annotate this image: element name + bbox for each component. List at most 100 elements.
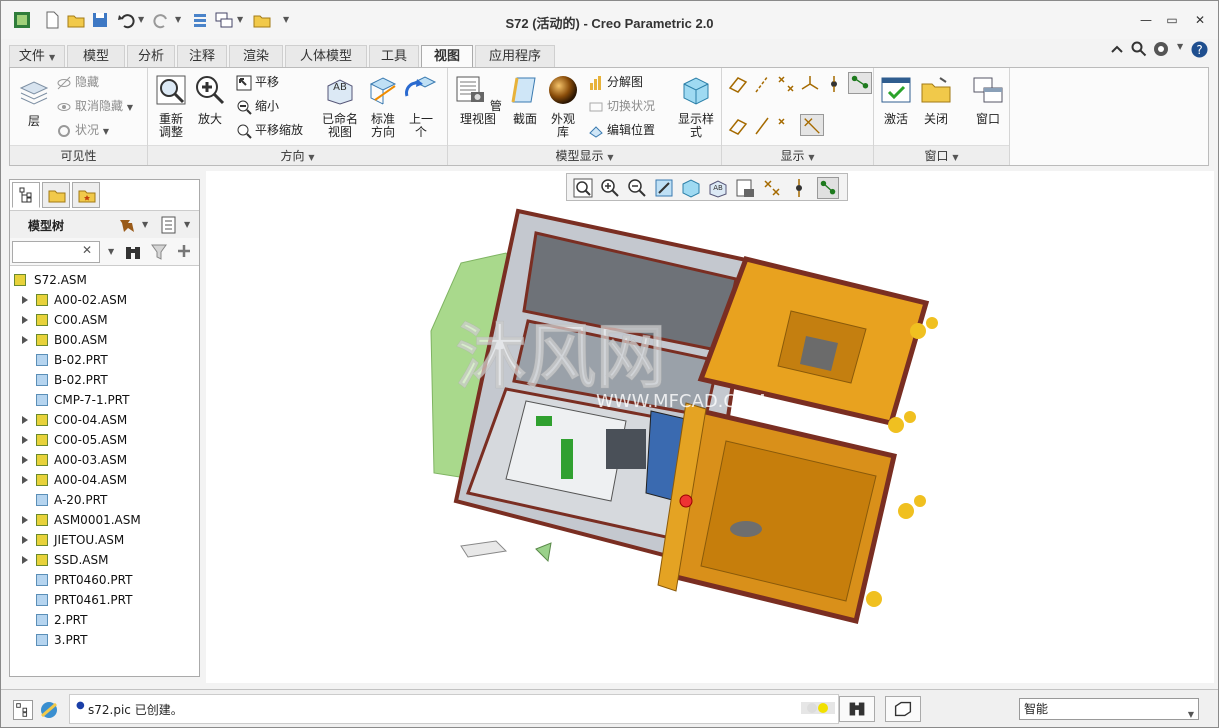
pan-button[interactable]: 平移: [236, 73, 279, 91]
tree-item[interactable]: CMP-7-1.PRT: [10, 390, 129, 410]
exploded-view-button[interactable]: 分解图: [588, 73, 643, 91]
tree-item[interactable]: 2.PRT: [10, 610, 87, 630]
tree-item[interactable]: A00-02.ASM: [10, 290, 127, 310]
tree-item[interactable]: B-02.PRT: [10, 370, 108, 390]
expand-arrow-icon[interactable]: [22, 316, 28, 324]
expand-arrow-icon[interactable]: [22, 436, 28, 444]
tab-file[interactable]: 文件 ▼: [9, 45, 65, 67]
search-dropdown-icon[interactable]: ▼: [108, 247, 114, 256]
repaint-icon[interactable]: [653, 177, 675, 199]
selection-box-icon[interactable]: [885, 696, 921, 722]
group-show-label[interactable]: 显示 ▼: [722, 145, 873, 165]
spin-center-icon[interactable]: [824, 74, 844, 94]
expand-arrow-icon[interactable]: [22, 456, 28, 464]
unhide-button[interactable]: 取消隐藏 ▼: [56, 97, 133, 115]
zoom-out-icon[interactable]: [626, 177, 648, 199]
activate-button[interactable]: 激活: [878, 74, 914, 126]
hide-button[interactable]: 隐藏: [56, 73, 99, 91]
tree-item[interactable]: SSD.ASM: [10, 550, 108, 570]
tab-annotate[interactable]: 注释: [177, 45, 227, 67]
datum-points-icon[interactable]: [776, 74, 796, 94]
tab-model-tree[interactable]: [12, 182, 40, 208]
datum-axes-icon[interactable]: [752, 74, 772, 94]
tab-render[interactable]: 渲染: [229, 45, 283, 67]
refit-icon[interactable]: [572, 177, 594, 199]
tree-item[interactable]: JIETOU.ASM: [10, 530, 124, 550]
tab-folder-browser[interactable]: [42, 182, 70, 208]
tab-applications[interactable]: 应用程序: [475, 45, 555, 67]
appearance-gallery-button[interactable]: 外观库: [546, 74, 580, 139]
named-views-button[interactable]: AB 已命名视图: [320, 74, 360, 139]
graphics-window[interactable]: 沐风网 WWW.MFCAD.COM: [206, 171, 1214, 683]
display-style-button[interactable]: 显示样式: [674, 74, 718, 139]
view-manager-icon[interactable]: [734, 177, 756, 199]
add-icon[interactable]: [176, 243, 192, 259]
find-binoculars-icon[interactable]: [124, 243, 142, 261]
tab-analysis[interactable]: 分析: [127, 45, 175, 67]
tab-manikin[interactable]: 人体模型: [285, 45, 367, 67]
minimize-button[interactable]: —: [1135, 11, 1157, 29]
navigator-toggle-icon[interactable]: [13, 700, 33, 720]
layer-button[interactable]: 层: [14, 76, 54, 128]
tree-item[interactable]: PRT0460.PRT: [10, 570, 132, 590]
edit-position-button[interactable]: 编辑位置: [588, 121, 655, 139]
filter-icon[interactable]: [150, 243, 168, 261]
zoom-out-button[interactable]: 缩小: [236, 97, 279, 115]
tree-item[interactable]: C00.ASM: [10, 310, 108, 330]
csys-tag-icon[interactable]: [800, 114, 824, 136]
expand-arrow-icon[interactable]: [22, 416, 28, 424]
expand-arrow-icon[interactable]: [22, 476, 28, 484]
tree-item[interactable]: C00-05.ASM: [10, 430, 127, 450]
status-button[interactable]: 状况 ▼: [56, 121, 109, 139]
zoom-in-button[interactable]: 放大: [192, 74, 228, 126]
plane-tag-icon[interactable]: [728, 116, 748, 136]
expand-arrow-icon[interactable]: [22, 516, 28, 524]
csys-icon[interactable]: [800, 74, 820, 94]
previous-view-button[interactable]: 上一个: [404, 74, 438, 139]
datum-display-icon[interactable]: [761, 177, 783, 199]
saved-orientations-icon[interactable]: AB: [707, 177, 729, 199]
toggle-status-button[interactable]: 切换状况: [588, 97, 655, 115]
tab-view[interactable]: 视图: [421, 45, 473, 68]
tree-columns-icon[interactable]: [160, 216, 178, 234]
filter-dropdown-icon[interactable]: ▼: [1188, 705, 1194, 725]
group-model-display-label[interactable]: 模型显示 ▼: [448, 145, 721, 165]
group-window-label[interactable]: 窗口 ▼: [874, 145, 1009, 165]
close-button[interactable]: ✕: [1189, 11, 1211, 29]
spin-center-icon[interactable]: [788, 177, 810, 199]
point-tag-icon[interactable]: [776, 116, 796, 136]
tree-item[interactable]: A-20.PRT: [10, 490, 107, 510]
axis-tag-icon[interactable]: [752, 116, 772, 136]
windows-button[interactable]: 窗口: [970, 74, 1006, 126]
manage-views-button[interactable]: 管理视图: [452, 74, 504, 126]
tree-item[interactable]: ASM0001.ASM: [10, 510, 141, 530]
tree-item[interactable]: PRT0461.PRT: [10, 590, 132, 610]
refit-button[interactable]: 重新调整: [152, 74, 190, 139]
clear-search-icon[interactable]: ✕: [82, 243, 92, 257]
tree-item[interactable]: B-02.PRT: [10, 350, 108, 370]
expand-arrow-icon[interactable]: [22, 536, 28, 544]
tree-item[interactable]: C00-04.ASM: [10, 410, 127, 430]
tree-item[interactable]: B00.ASM: [10, 330, 108, 350]
datum-planes-icon[interactable]: [728, 74, 748, 94]
annotation-display-icon[interactable]: [817, 177, 839, 199]
browser-toggle-icon[interactable]: [39, 700, 59, 720]
display-style-icon[interactable]: [680, 177, 702, 199]
pan-zoom-button[interactable]: 平移缩放: [236, 121, 303, 139]
restore-button[interactable]: ▭: [1161, 11, 1183, 29]
section-button[interactable]: 截面: [508, 74, 542, 126]
close-view-button[interactable]: 关闭: [918, 74, 954, 126]
expand-arrow-icon[interactable]: [22, 556, 28, 564]
tree-root[interactable]: S72.ASM: [14, 270, 87, 290]
tab-tools[interactable]: 工具: [369, 45, 419, 67]
tree-settings-icon[interactable]: [118, 216, 138, 234]
tree-settings-dropdown-icon[interactable]: ▼: [142, 220, 148, 229]
find-icon[interactable]: [839, 696, 875, 722]
tree-item[interactable]: 3.PRT: [10, 630, 87, 650]
expand-arrow-icon[interactable]: [22, 336, 28, 344]
expand-arrow-icon[interactable]: [22, 296, 28, 304]
group-orientation-label[interactable]: 方向 ▼: [148, 145, 447, 165]
3d-notes-icon[interactable]: [848, 72, 872, 94]
standard-orientation-button[interactable]: 标准方向: [366, 74, 400, 139]
tree-item[interactable]: A00-04.ASM: [10, 470, 127, 490]
